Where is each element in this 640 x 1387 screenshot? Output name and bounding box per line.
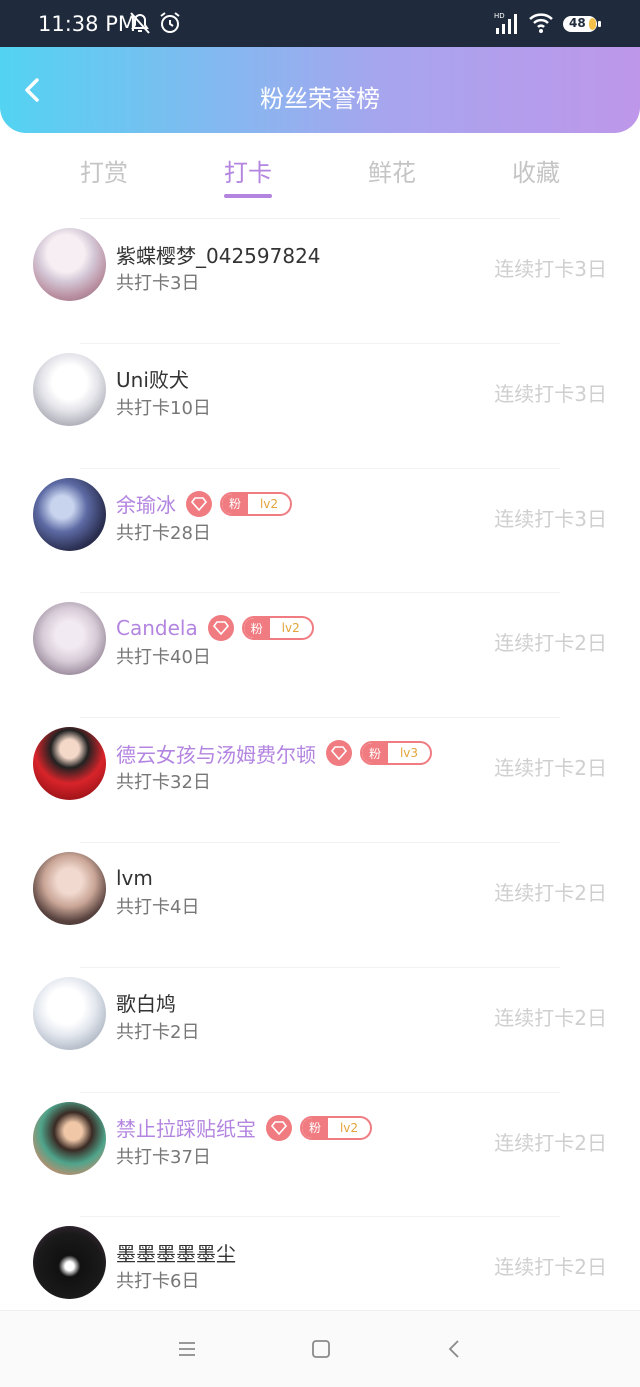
- total-checkins: 共打卡32日: [116, 772, 211, 794]
- streak-text: 连续打卡2日: [494, 1255, 607, 1280]
- fan-level: lv3: [399, 746, 419, 761]
- tab-flowers[interactable]: 鲜花: [352, 153, 432, 188]
- menu-icon[interactable]: [176, 1339, 198, 1363]
- back-icon[interactable]: [444, 1339, 466, 1363]
- list-item[interactable]: 德云女孩与汤姆费尔顿 粉 lv3 共打卡32日 连续打卡2日: [0, 717, 640, 842]
- fan-label: 粉: [222, 493, 248, 514]
- user-name[interactable]: 墨墨墨墨墨尘: [116, 1238, 236, 1267]
- page-title: 粉丝荣誉榜: [260, 85, 380, 113]
- streak-text: 连续打卡3日: [494, 257, 607, 281]
- total-checkins: 共打卡37日: [116, 1146, 211, 1168]
- list-item[interactable]: 余瑜冰 粉 lv2 共打卡28日 连续打卡3日: [0, 467, 640, 593]
- tab-bar: 打赏 打卡 鲜花 收藏: [0, 145, 640, 205]
- signal-icon: HD: [494, 10, 520, 40]
- divider: [80, 218, 560, 219]
- streak-text: 连续打卡2日: [494, 1005, 607, 1030]
- mute-bell-icon: [128, 10, 152, 40]
- divider: [80, 1091, 560, 1093]
- fan-level: lv2: [281, 621, 300, 636]
- fan-level-badge: 粉 lv3: [360, 741, 432, 766]
- divider: [80, 467, 560, 469]
- list-item[interactable]: Candela 粉 lv2 共打卡40日 连续打卡2日: [0, 592, 640, 717]
- fan-level-badge: 粉 lv2: [300, 1115, 372, 1140]
- total-checkins: 共打卡3日: [116, 273, 200, 294]
- active-tab-indicator: [224, 194, 272, 198]
- svg-text:HD: HD: [494, 12, 505, 20]
- tab-favorites[interactable]: 收藏: [496, 153, 576, 188]
- fan-label: 粉: [362, 743, 388, 764]
- fan-level-badge: 粉 lv2: [241, 616, 314, 641]
- user-name[interactable]: 余瑜冰: [116, 489, 176, 518]
- fan-level: lv2: [259, 496, 279, 511]
- list-item[interactable]: 歌白鸠 共打卡2日 连续打卡2日: [0, 966, 640, 1092]
- divider: [80, 966, 560, 968]
- user-name[interactable]: 禁止拉踩贴纸宝: [116, 1113, 256, 1142]
- tab-checkin[interactable]: 打卡: [208, 153, 288, 188]
- divider: [80, 717, 560, 719]
- avatar[interactable]: [33, 727, 106, 801]
- avatar[interactable]: [33, 477, 106, 551]
- fan-level: lv2: [339, 1120, 359, 1135]
- diamond-icon: [186, 490, 212, 517]
- streak-text: 连续打卡2日: [494, 756, 607, 781]
- avatar[interactable]: [33, 352, 106, 426]
- user-name[interactable]: lvm: [116, 866, 153, 890]
- tab-reward[interactable]: 打赏: [64, 153, 144, 188]
- total-checkins: 共打卡40日: [116, 647, 211, 669]
- status-time: 11:38 PM: [38, 12, 136, 36]
- total-checkins: 共打卡10日: [116, 397, 211, 419]
- user-name[interactable]: Candela: [116, 616, 198, 640]
- list-item[interactable]: 紫蝶樱梦_042597824 共打卡3日 连续打卡3日: [0, 218, 640, 343]
- diamond-icon: [326, 740, 352, 767]
- divider: [80, 342, 560, 344]
- total-checkins: 共打卡2日: [116, 1021, 200, 1043]
- avatar[interactable]: [33, 228, 106, 301]
- list-item[interactable]: lvm 共打卡4日 连续打卡2日: [0, 841, 640, 967]
- avatar[interactable]: [33, 851, 106, 925]
- streak-text: 连续打卡2日: [494, 631, 607, 656]
- total-checkins: 共打卡6日: [116, 1271, 200, 1293]
- status-bar: 11:38 PM HD 48: [0, 0, 640, 47]
- fan-list: 紫蝶樱梦_042597824 共打卡3日 连续打卡3日 Uni败犬 共打卡10日…: [0, 218, 640, 1341]
- diamond-icon: [207, 615, 234, 642]
- streak-text: 连续打卡3日: [494, 506, 607, 531]
- total-checkins: 共打卡4日: [116, 896, 200, 918]
- user-name[interactable]: Uni败犬: [116, 364, 189, 393]
- list-item[interactable]: 禁止拉踩贴纸宝 粉 lv2 共打卡37日 连续打卡2日: [0, 1091, 640, 1217]
- avatar[interactable]: [33, 602, 106, 676]
- home-icon[interactable]: [310, 1339, 332, 1363]
- fan-label: 粉: [302, 1117, 328, 1138]
- user-name[interactable]: 歌白鸠: [116, 988, 176, 1017]
- user-name[interactable]: 德云女孩与汤姆费尔顿: [116, 739, 316, 768]
- avatar[interactable]: [33, 976, 106, 1050]
- fan-level-badge: 粉 lv2: [220, 491, 292, 516]
- avatar[interactable]: [33, 1101, 106, 1175]
- app-header: 粉丝荣誉榜: [0, 47, 640, 133]
- wifi-icon: [528, 10, 554, 40]
- divider: [80, 592, 560, 594]
- streak-text: 连续打卡2日: [494, 880, 607, 905]
- streak-text: 连续打卡3日: [494, 381, 607, 406]
- user-name[interactable]: 紫蝶樱梦_042597824: [116, 240, 321, 269]
- avatar[interactable]: [33, 1226, 106, 1300]
- divider: [80, 1216, 560, 1218]
- battery-level: 48: [569, 16, 586, 30]
- total-checkins: 共打卡28日: [116, 522, 211, 544]
- system-nav-bar: [0, 1310, 640, 1387]
- streak-text: 连续打卡2日: [494, 1130, 607, 1155]
- alarm-icon: [158, 10, 182, 40]
- list-item[interactable]: Uni败犬 共打卡10日 连续打卡3日: [0, 342, 640, 468]
- diamond-icon: [266, 1114, 292, 1141]
- fan-label: 粉: [243, 618, 270, 639]
- divider: [80, 841, 560, 843]
